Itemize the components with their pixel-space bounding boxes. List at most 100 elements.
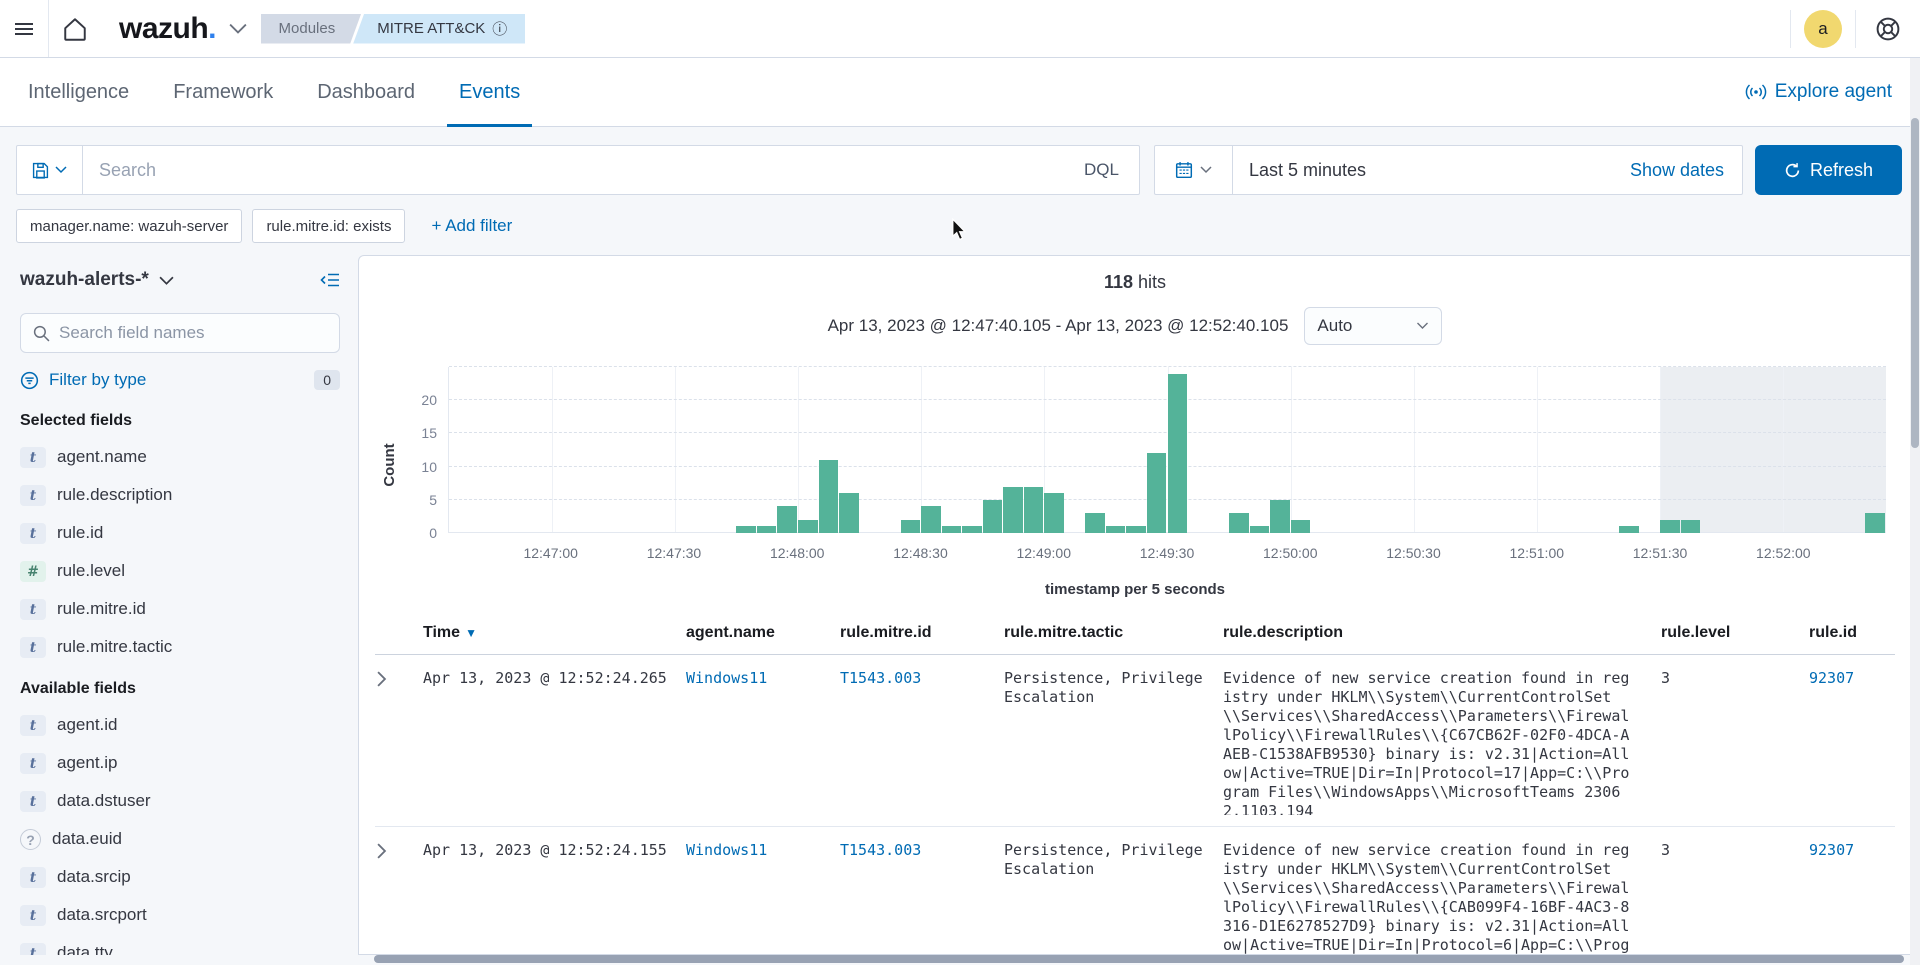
tab-framework[interactable]: Framework xyxy=(173,58,273,126)
histogram-bar[interactable] xyxy=(1229,513,1249,533)
field-item-rule.level[interactable]: #rule.level xyxy=(20,561,340,582)
help-icon[interactable] xyxy=(1875,16,1901,42)
histogram-bar[interactable] xyxy=(1147,453,1167,533)
column-header-rule-mitre-tactic[interactable]: rule.mitre.tactic xyxy=(1004,624,1223,642)
histogram-bar[interactable] xyxy=(1024,487,1044,533)
filter-pill-rule-mitre-id[interactable]: rule.mitre.id: exists xyxy=(252,209,405,243)
collapse-sidebar-icon[interactable] xyxy=(320,272,340,288)
expand-row-button[interactable] xyxy=(375,669,403,689)
histogram-bar[interactable] xyxy=(1270,500,1290,533)
menu-icon[interactable] xyxy=(0,0,48,57)
filter-by-type-label: Filter by type xyxy=(49,370,146,390)
field-item-data.srcip[interactable]: tdata.srcip xyxy=(20,867,340,888)
histogram-bar[interactable] xyxy=(1003,487,1023,533)
tab-dashboard[interactable]: Dashboard xyxy=(317,58,415,126)
field-item-agent.ip[interactable]: tagent.ip xyxy=(20,753,340,774)
field-item-agent.name[interactable]: tagent.name xyxy=(20,447,340,468)
column-header-agent-name[interactable]: agent.name xyxy=(686,624,840,642)
explore-agent-button[interactable]: Explore agent xyxy=(1745,81,1892,103)
chevron-down-icon xyxy=(1200,166,1212,174)
breadcrumb-mitre-attack[interactable]: MITRE ATT&CK ⓘ xyxy=(353,14,525,44)
search-input[interactable] xyxy=(83,160,1064,181)
field-item-rule.mitre.id[interactable]: trule.mitre.id xyxy=(20,599,340,620)
agent-name-link[interactable]: Windows11 xyxy=(686,841,767,859)
rule-mitre-id-link[interactable]: T1543.003 xyxy=(840,841,921,859)
histogram-bar[interactable] xyxy=(901,520,921,533)
field-item-data.euid[interactable]: ?data.euid xyxy=(20,829,340,850)
field-item-rule.id[interactable]: trule.id xyxy=(20,523,340,544)
histogram-bar[interactable] xyxy=(1865,513,1885,533)
expand-row-button[interactable] xyxy=(375,841,403,861)
field-item-rule.description[interactable]: trule.description xyxy=(20,485,340,506)
column-header-rule-level[interactable]: rule.level xyxy=(1661,624,1809,642)
histogram-bar[interactable] xyxy=(921,506,941,533)
field-item-agent.id[interactable]: tagent.id xyxy=(20,715,340,736)
y-tick-label: 5 xyxy=(429,492,437,508)
avatar[interactable]: a xyxy=(1804,10,1842,48)
x-gridline xyxy=(1783,367,1784,533)
field-item-data.srcport[interactable]: tdata.srcport xyxy=(20,905,340,926)
histogram-bar[interactable] xyxy=(757,526,777,533)
histogram-bar[interactable] xyxy=(1126,526,1146,533)
histogram-bar[interactable] xyxy=(983,500,1003,533)
home-button[interactable] xyxy=(49,0,101,57)
histogram-bar[interactable] xyxy=(839,493,859,533)
field-search-input[interactable] xyxy=(59,323,327,343)
field-item-data.dstuser[interactable]: tdata.dstuser xyxy=(20,791,340,812)
column-header-rule-description[interactable]: rule.description xyxy=(1223,624,1661,642)
vertical-scrollbar[interactable] xyxy=(1910,58,1920,965)
info-icon[interactable]: ⓘ xyxy=(492,18,507,39)
calendar-button[interactable] xyxy=(1155,146,1233,194)
histogram-bar[interactable] xyxy=(1168,374,1188,533)
query-language-button[interactable]: DQL xyxy=(1064,160,1139,180)
table-row: Apr 13, 2023 @ 12:52:24.265Windows11T154… xyxy=(375,655,1895,827)
column-header-rule-id[interactable]: rule.id xyxy=(1809,624,1895,642)
show-dates-button[interactable]: Show dates xyxy=(1630,160,1742,181)
field-name: agent.ip xyxy=(57,753,118,773)
histogram-bar[interactable] xyxy=(1044,493,1064,533)
histogram-bar[interactable] xyxy=(1660,520,1680,533)
histogram-bar[interactable] xyxy=(942,526,962,533)
field-item-rule.mitre.tactic[interactable]: trule.mitre.tactic xyxy=(20,637,340,658)
tab-intelligence[interactable]: Intelligence xyxy=(28,58,129,126)
index-pattern-selector[interactable]: wazuh-alerts-* xyxy=(20,269,149,291)
column-header-Time[interactable]: Time▼ xyxy=(423,624,686,642)
add-filter-button[interactable]: + Add filter xyxy=(431,216,512,236)
rule-mitre-id-link[interactable]: T1543.003 xyxy=(840,669,921,687)
histogram-bar[interactable] xyxy=(1619,526,1639,533)
chevron-down-icon[interactable] xyxy=(229,23,247,34)
histogram-bar[interactable] xyxy=(1291,520,1311,533)
histogram-bar[interactable] xyxy=(819,460,839,533)
histogram-bar[interactable] xyxy=(736,526,756,533)
saved-queries-button[interactable] xyxy=(17,146,83,194)
histogram-bar[interactable] xyxy=(1085,513,1105,533)
histogram-plot-area[interactable]: 05101520 xyxy=(448,367,1886,533)
search-icon xyxy=(33,325,50,342)
refresh-button[interactable]: Refresh xyxy=(1755,145,1902,195)
histogram-bar[interactable] xyxy=(777,506,797,533)
rule-id-link[interactable]: 92307 xyxy=(1809,841,1854,859)
filter-pill-manager-name[interactable]: manager.name: wazuh-server xyxy=(16,209,242,243)
text-type-icon: t xyxy=(20,599,46,620)
interval-select[interactable]: Auto xyxy=(1304,307,1442,345)
chevron-down-icon xyxy=(1416,322,1429,330)
histogram-bar[interactable] xyxy=(1250,526,1270,533)
tab-events[interactable]: Events xyxy=(459,58,520,126)
events-table-body: Apr 13, 2023 @ 12:52:24.265Windows11T154… xyxy=(375,655,1895,955)
filter-by-type[interactable]: Filter by type 0 xyxy=(20,370,340,390)
histogram-bar[interactable] xyxy=(962,526,982,533)
sort-desc-icon[interactable]: ▼ xyxy=(465,626,477,640)
horizontal-scrollbar[interactable] xyxy=(374,955,1904,963)
histogram-bar[interactable] xyxy=(1681,520,1701,533)
field-item-data.tty[interactable]: tdata.tty xyxy=(20,943,340,955)
rule-id-link[interactable]: 92307 xyxy=(1809,669,1854,687)
time-range-value[interactable]: Last 5 minutes xyxy=(1233,160,1366,181)
histogram-bar[interactable] xyxy=(1106,526,1126,533)
histogram-bar[interactable] xyxy=(798,520,818,533)
column-header-rule-mitre-id[interactable]: rule.mitre.id xyxy=(840,624,1004,642)
breadcrumb-modules[interactable]: Modules xyxy=(261,14,362,44)
agent-signal-icon xyxy=(1745,83,1767,101)
agent-name-link[interactable]: Windows11 xyxy=(686,669,767,687)
rule-mitre-id-cell: T1543.003 xyxy=(840,841,1004,955)
wazuh-logo[interactable]: wazuh. xyxy=(119,12,217,46)
